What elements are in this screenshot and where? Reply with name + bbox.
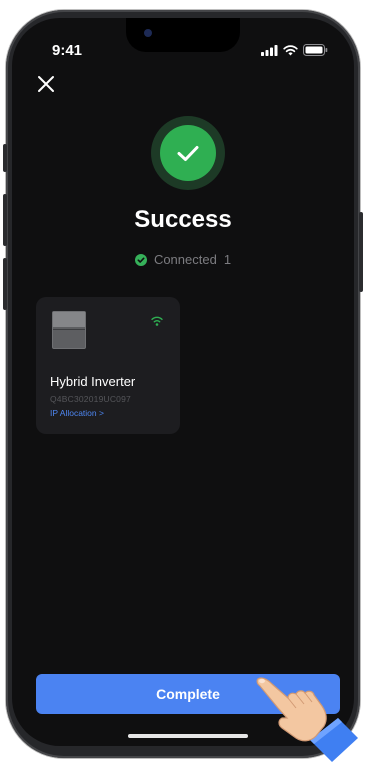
wifi-icon (151, 316, 163, 326)
battery-icon (303, 44, 328, 56)
checkmark-icon (177, 146, 199, 161)
connected-count: 1 (223, 252, 232, 267)
home-indicator (128, 734, 248, 738)
phone-power-button (359, 212, 363, 292)
app-screen: 9:41 Success Connected 1 Hybrid Inverter… (12, 18, 354, 746)
success-badge (151, 116, 225, 190)
close-icon (38, 76, 54, 92)
device-name: Hybrid Inverter (50, 374, 136, 389)
status-time: 9:41 (52, 42, 83, 59)
front-camera (144, 29, 152, 37)
success-circle (160, 125, 216, 181)
signal-icon (261, 44, 278, 56)
connected-check-icon (134, 253, 147, 266)
device-serial: Q4BC302019UC097 (50, 394, 131, 404)
phone-volume-up (3, 194, 7, 246)
phone-volume-down (3, 258, 7, 310)
success-title: Success (134, 206, 232, 233)
pointer-hand-icon (256, 677, 358, 762)
ip-allocation-link[interactable]: IP Allocation > (50, 408, 104, 418)
wifi-status-icon (283, 44, 298, 55)
device-card[interactable]: Hybrid Inverter Q4BC302019UC097 IP Alloc… (36, 297, 180, 434)
status-icons (261, 44, 328, 56)
inverter-image (52, 311, 86, 349)
connection-status: Connected 1 (12, 252, 354, 267)
close-button[interactable] (34, 72, 58, 96)
notch (126, 18, 240, 52)
phone-silent-switch (3, 144, 7, 172)
connected-label: Connected (153, 252, 217, 267)
